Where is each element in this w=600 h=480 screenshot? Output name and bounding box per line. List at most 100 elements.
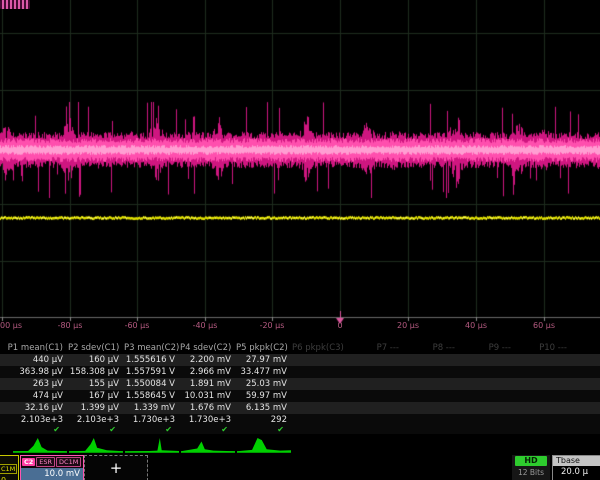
measure-value: [460, 366, 516, 378]
measure-histicon: [237, 436, 291, 453]
measure-column-p11[interactable]: P11: [572, 342, 600, 434]
measure-value: [404, 402, 460, 414]
axis-tick-label: -20 µs: [260, 321, 285, 330]
measure-histicon: [69, 436, 123, 453]
measure-header: P8 ---: [404, 342, 460, 354]
measure-value: 160 µV: [68, 354, 124, 366]
hd-panel: HD 12 Bits: [512, 455, 550, 480]
measure-value: 1.558645 V: [124, 390, 180, 402]
measure-status-check: [404, 426, 460, 434]
measure-column-p3[interactable]: P3 mean(C2)1.555616 V1.557591 V1.550084 …: [124, 342, 180, 434]
measure-status-check: [572, 426, 600, 434]
measure-value: [292, 390, 348, 402]
measure-value: [516, 366, 572, 378]
measure-status-check: ✔: [124, 426, 180, 434]
measure-header: P10 ---: [516, 342, 572, 354]
measure-value: 363.98 µV: [0, 366, 68, 378]
measure-column-p8[interactable]: P8 ---: [404, 342, 460, 434]
measure-value: [460, 354, 516, 366]
measure-value: [516, 354, 572, 366]
axis-tick-label: -60 µs: [125, 321, 150, 330]
measure-histicon: [125, 436, 179, 453]
measure-header: P2 sdev(C1): [68, 342, 124, 354]
measure-value: 440 µV: [0, 354, 68, 366]
measure-value: [572, 414, 600, 426]
channel-c1-descriptor[interactable]: C1M 0 mV: [0, 455, 19, 480]
measure-histicon: [13, 436, 67, 453]
axis-tick-label: 40 µs: [465, 321, 487, 330]
measure-header: P6 pkpk(C3): [292, 342, 348, 354]
measure-header: P3 mean(C2): [124, 342, 180, 354]
measure-value: [460, 414, 516, 426]
timebase-descriptor[interactable]: Tbase 20.0 µ: [552, 455, 600, 480]
measure-column-p7[interactable]: P7 ---: [348, 342, 404, 434]
measure-column-p4[interactable]: P4 sdev(C2)2.200 mV2.966 mV1.891 mV10.03…: [180, 342, 236, 434]
measure-value: [460, 402, 516, 414]
measure-value: 10.031 mV: [180, 390, 236, 402]
c1-scale-fragment: 0 mV: [0, 475, 18, 480]
measure-header: P4 sdev(C2): [180, 342, 236, 354]
measure-column-p5[interactable]: P5 pkpk(C2)27.97 mV33.477 mV25.03 mV59.9…: [236, 342, 292, 434]
measure-value: 167 µV: [68, 390, 124, 402]
measure-value: [292, 414, 348, 426]
measure-value: [348, 414, 404, 426]
measure-value: 263 µV: [0, 378, 68, 390]
c2-scale-value: 10.0 mV: [21, 468, 83, 480]
measure-value: [572, 366, 600, 378]
measure-value: [516, 390, 572, 402]
bottom-bar: C1M 0 mV C2 ESR DC1M 10.0 mV + HD 12 Bit…: [0, 455, 600, 480]
measure-value: [572, 378, 600, 390]
measure-value: 1.339 mV: [124, 402, 180, 414]
measure-value: 1.399 µV: [68, 402, 124, 414]
measure-value: 6.135 mV: [236, 402, 292, 414]
measure-value: [404, 354, 460, 366]
axis-tick-label: 20 µs: [397, 321, 419, 330]
measure-status-check: [516, 426, 572, 434]
measure-value: [516, 414, 572, 426]
measurement-table: P1 mean(C1)440 µV363.98 µV263 µV474 µV32…: [0, 342, 600, 434]
measure-column-p6[interactable]: P6 pkpk(C3): [292, 342, 348, 434]
measure-column-p9[interactable]: P9 ---: [460, 342, 516, 434]
measure-value: [348, 378, 404, 390]
measure-value: [348, 354, 404, 366]
add-trace-button[interactable]: +: [84, 455, 148, 480]
measure-value: [404, 378, 460, 390]
measure-value: [572, 390, 600, 402]
measure-value: [516, 402, 572, 414]
axis-tick-label: 00 µs: [0, 321, 22, 330]
measure-status-check: ✔: [68, 426, 124, 434]
measure-status-check: [292, 426, 348, 434]
oscilloscope-screen: 00 µs-80 µs-60 µs-40 µs-20 µs020 µs40 µs…: [0, 0, 600, 480]
measure-column-p10[interactable]: P10 ---: [516, 342, 572, 434]
measure-value: 2.966 mV: [180, 366, 236, 378]
measure-column-p1[interactable]: P1 mean(C1)440 µV363.98 µV263 µV474 µV32…: [0, 342, 68, 434]
measure-header: P7 ---: [348, 342, 404, 354]
measure-value: [516, 378, 572, 390]
measure-value: [404, 366, 460, 378]
axis-tick-label: -80 µs: [58, 321, 83, 330]
hd-mode-badge[interactable]: HD: [515, 456, 547, 466]
measure-value: 32.16 µV: [0, 402, 68, 414]
measure-value: [404, 414, 460, 426]
histogram-strip: [0, 436, 600, 454]
channel-c2-descriptor[interactable]: C2 ESR DC1M 10.0 mV: [20, 455, 84, 480]
measure-value: 2.200 mV: [180, 354, 236, 366]
measure-value: 1.550084 V: [124, 378, 180, 390]
measure-header: P1 mean(C1): [0, 342, 68, 354]
axis-tick-label: 60 µs: [533, 321, 555, 330]
measure-value: [348, 366, 404, 378]
measure-status-check: ✔: [180, 426, 236, 434]
measure-value: [348, 402, 404, 414]
measure-column-p2[interactable]: P2 sdev(C1)160 µV158.308 µV155 µV167 µV1…: [68, 342, 124, 434]
c1-coupling-fragment: C1M: [0, 464, 17, 474]
c2-coupling-badge: DC1M: [56, 457, 81, 467]
measure-value: 1.891 mV: [180, 378, 236, 390]
measure-value: [460, 378, 516, 390]
c2-esr-badge: ESR: [36, 457, 55, 467]
top-left-badge: [0, 0, 30, 9]
hd-bits-label: 12 Bits: [512, 468, 550, 477]
measure-value: 1.555616 V: [124, 354, 180, 366]
waveform-display[interactable]: [0, 0, 600, 336]
measure-value: 33.477 mV: [236, 366, 292, 378]
measure-value: [572, 402, 600, 414]
